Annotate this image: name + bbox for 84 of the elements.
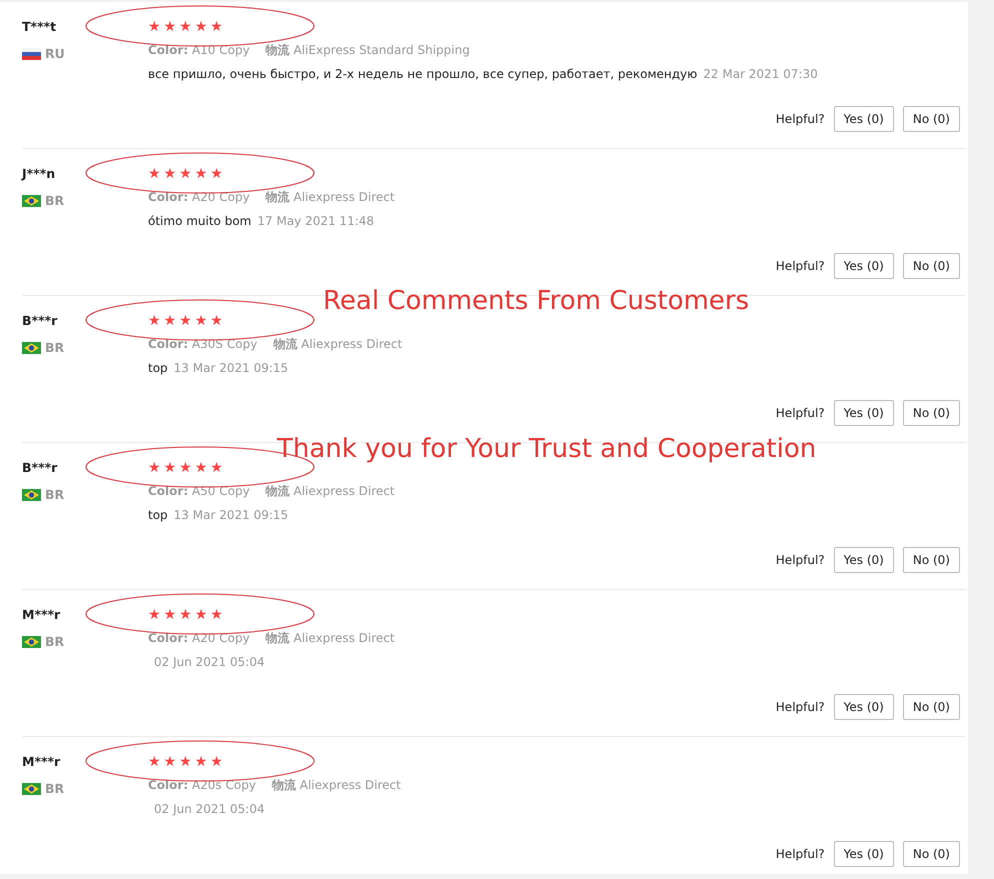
shipping-method: 物流 Aliexpress Direct	[273, 336, 402, 353]
helpful-label: Helpful?	[776, 699, 825, 716]
helpful-label: Helpful?	[776, 846, 825, 863]
star-icon: ★	[179, 606, 193, 624]
star-icon: ★	[194, 165, 208, 183]
reviewer-name: T***t	[22, 18, 58, 36]
yes-button[interactable]: Yes (0)	[834, 253, 894, 279]
country-code: BR	[45, 192, 64, 210]
star-icon: ★	[164, 312, 178, 330]
review-date: 13 Mar 2021 09:15	[174, 507, 288, 524]
flag-icon	[22, 636, 41, 648]
star-icon: ★	[210, 165, 224, 183]
yes-button[interactable]: Yes (0)	[834, 694, 894, 720]
star-icon: ★	[148, 459, 162, 477]
star-icon: ★	[210, 312, 224, 330]
no-button[interactable]: No (0)	[902, 694, 960, 720]
star-icon: ★	[194, 459, 208, 477]
country-code: BR	[45, 486, 64, 504]
shipping-method: 物流 Aliexpress Direct	[266, 189, 395, 206]
review-date: 22 Mar 2021 07:30	[703, 66, 818, 83]
shipping-method: 物流 Aliexpress Direct	[272, 777, 401, 794]
country-code: BR	[45, 780, 64, 798]
no-button[interactable]: No (0)	[902, 841, 960, 867]
flag-icon	[22, 48, 41, 60]
star-icon: ★	[148, 165, 162, 183]
reviewer-name: B***r	[22, 459, 58, 477]
annotation-caption: Real Comments From Customers	[323, 285, 750, 318]
star-icon: ★	[148, 753, 162, 771]
no-button[interactable]: No (0)	[902, 400, 960, 426]
review-comment: top	[148, 507, 168, 524]
review-date: 13 Mar 2021 09:15	[174, 360, 288, 377]
review-comment: все пришло, очень быстро, и 2-х недель не прошло, все супер, работает, рекомендую	[148, 66, 698, 83]
star-icon: ★	[179, 18, 193, 36]
annotation-caption: Thank you for Your Trust and Cooperation	[277, 433, 816, 466]
flag-icon	[22, 342, 41, 354]
star-icon: ★	[210, 606, 224, 624]
reviewer-name: B***r	[22, 312, 58, 330]
star-icon: ★	[194, 312, 208, 330]
star-icon: ★	[164, 753, 178, 771]
no-button[interactable]: No (0)	[902, 106, 960, 132]
star-icon: ★	[148, 18, 162, 36]
star-icon: ★	[148, 312, 162, 330]
star-icon: ★	[194, 18, 208, 36]
helpful-label: Helpful?	[776, 258, 825, 275]
star-icon: ★	[164, 18, 178, 36]
star-icon: ★	[210, 18, 224, 36]
helpful-label: Helpful?	[776, 552, 825, 569]
review-comment: ótimo muito bom	[148, 213, 252, 230]
star-icon: ★	[179, 753, 193, 771]
star-icon: ★	[148, 606, 162, 624]
star-icon: ★	[164, 459, 178, 477]
shipping-method: 物流 Aliexpress Direct	[266, 483, 395, 500]
flag-icon	[22, 489, 41, 502]
country-code: BR	[45, 338, 64, 357]
star-icon: ★	[179, 312, 193, 330]
reviewer-name: M***r	[22, 753, 62, 771]
helpful-label: Helpful?	[776, 111, 825, 128]
no-button[interactable]: No (0)	[902, 253, 960, 279]
star-icon: ★	[194, 606, 208, 624]
reviewer-name: J***n	[22, 165, 56, 183]
helpful-label: Helpful?	[776, 405, 825, 422]
review-date: 02 Jun 2021 05:04	[154, 654, 265, 671]
star-icon: ★	[164, 165, 178, 183]
review-comment: top	[148, 360, 168, 377]
star-icon: ★	[194, 753, 208, 771]
yes-button[interactable]: Yes (0)	[834, 547, 894, 573]
yes-button[interactable]: Yes (0)	[834, 106, 894, 132]
flag-icon	[22, 783, 41, 796]
star-icon: ★	[179, 165, 193, 183]
star-icon: ★	[210, 459, 224, 477]
flag-icon	[22, 195, 41, 208]
yes-button[interactable]: Yes (0)	[834, 400, 894, 426]
star-icon: ★	[164, 606, 178, 624]
shipping-method: 物流 Aliexpress Direct	[266, 630, 395, 647]
yes-button[interactable]: Yes (0)	[834, 841, 894, 867]
reviewer-name: M***r	[22, 606, 62, 624]
review-date: 17 May 2021 11:48	[257, 213, 374, 230]
star-icon: ★	[179, 459, 193, 477]
country-code: RU	[45, 44, 65, 63]
no-button[interactable]: No (0)	[902, 547, 960, 573]
shipping-method: 物流 AliExpress Standard Shipping	[266, 42, 470, 59]
country-code: BR	[45, 632, 64, 651]
star-icon: ★	[210, 753, 224, 771]
review-date: 02 Jun 2021 05:04	[154, 801, 265, 818]
